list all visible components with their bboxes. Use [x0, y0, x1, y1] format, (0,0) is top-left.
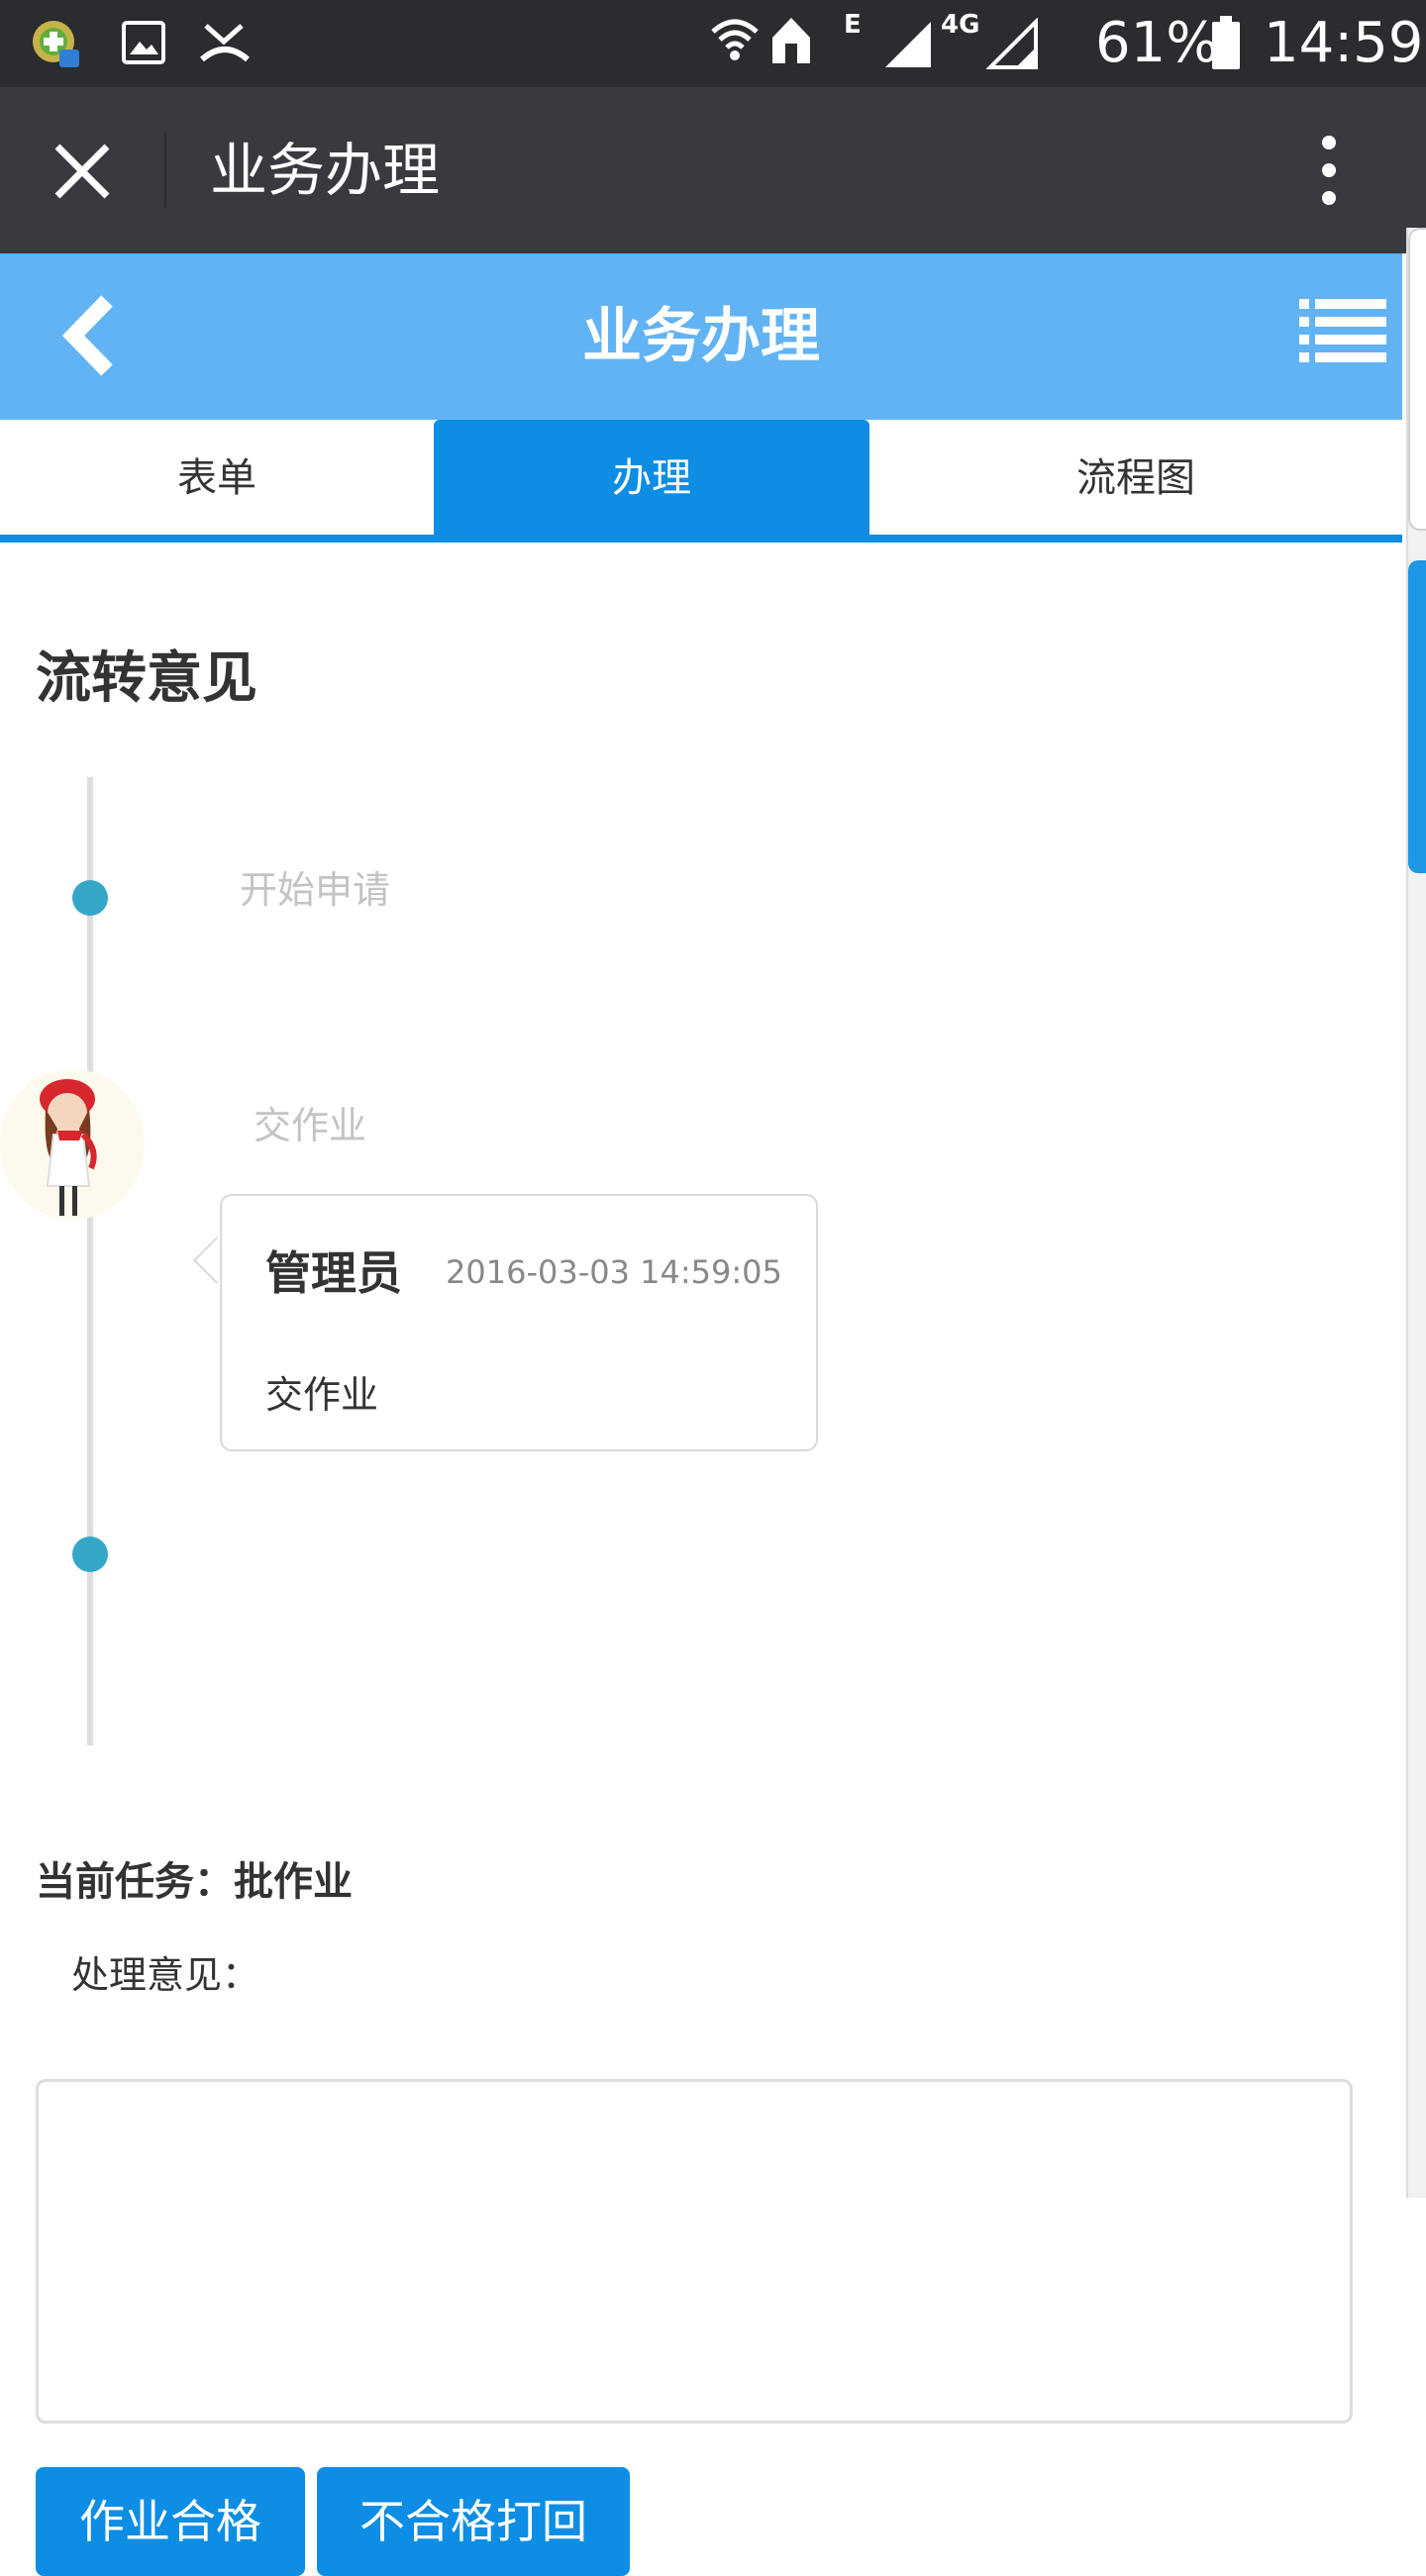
network-type-label: 4G — [941, 10, 980, 40]
opinion-textarea[interactable] — [36, 2079, 1353, 2424]
wifi-icon — [711, 19, 759, 60]
timeline-step-label: 开始申请 — [240, 868, 391, 912]
timeline-dot — [72, 880, 108, 916]
image-icon — [122, 21, 165, 64]
clock: 14:59 — [1264, 11, 1424, 75]
scrollbar-thumb[interactable] — [1408, 560, 1426, 873]
comment-timestamp: 2016-03-03 14:59:05 — [446, 1253, 782, 1291]
reject-button[interactable]: 不合格打回 — [317, 2467, 630, 2576]
page-title: 业务办理 — [582, 302, 820, 371]
signal-type-e: E — [844, 10, 862, 40]
scrollbar-top-cap — [1408, 228, 1426, 531]
tab-form[interactable]: 表单 — [0, 420, 434, 537]
comment-text: 交作业 — [265, 1373, 379, 1417]
app-header: 业务办理 — [0, 253, 1402, 420]
list-menu-icon[interactable] — [1299, 295, 1386, 368]
comment-author: 管理员 — [265, 1246, 402, 1300]
wechat-header: 业务办理 — [0, 87, 1426, 253]
timeline-dot — [72, 1536, 108, 1572]
home-icon — [772, 18, 810, 63]
status-bar: E 4G 61% 14:59 — [0, 0, 1426, 87]
timeline-line — [87, 777, 93, 1745]
tab-underline — [0, 535, 1402, 543]
tab-bar: 表单 办理 流程图 — [0, 420, 1402, 539]
comment-card: 管理员 2016-03-03 14:59:05 交作业 — [220, 1194, 818, 1451]
current-task-label: 当前任务：批作业 — [36, 1859, 353, 1905]
missed-call-icon — [200, 24, 250, 62]
tab-handle[interactable]: 办理 — [434, 420, 869, 537]
battery-icon — [1212, 16, 1240, 69]
signal-icon-secondary — [986, 18, 1038, 69]
opinion-label: 处理意见： — [71, 1953, 260, 1997]
tab-flowchart[interactable]: 流程图 — [869, 420, 1402, 537]
app-notification-icon — [33, 21, 79, 67]
wechat-title: 业务办理 — [210, 137, 441, 204]
close-icon[interactable] — [51, 141, 113, 202]
pass-button[interactable]: 作业合格 — [36, 2467, 305, 2576]
header-divider — [164, 133, 166, 208]
timeline-step-label: 交作业 — [254, 1104, 367, 1147]
more-menu-icon[interactable] — [1311, 133, 1347, 208]
section-title: 流转意见 — [36, 646, 257, 711]
avatar — [0, 1069, 145, 1220]
avatar-illustration — [40, 1079, 97, 1216]
battery-percent: 61% — [1095, 11, 1219, 75]
signal-icon — [885, 22, 931, 67]
